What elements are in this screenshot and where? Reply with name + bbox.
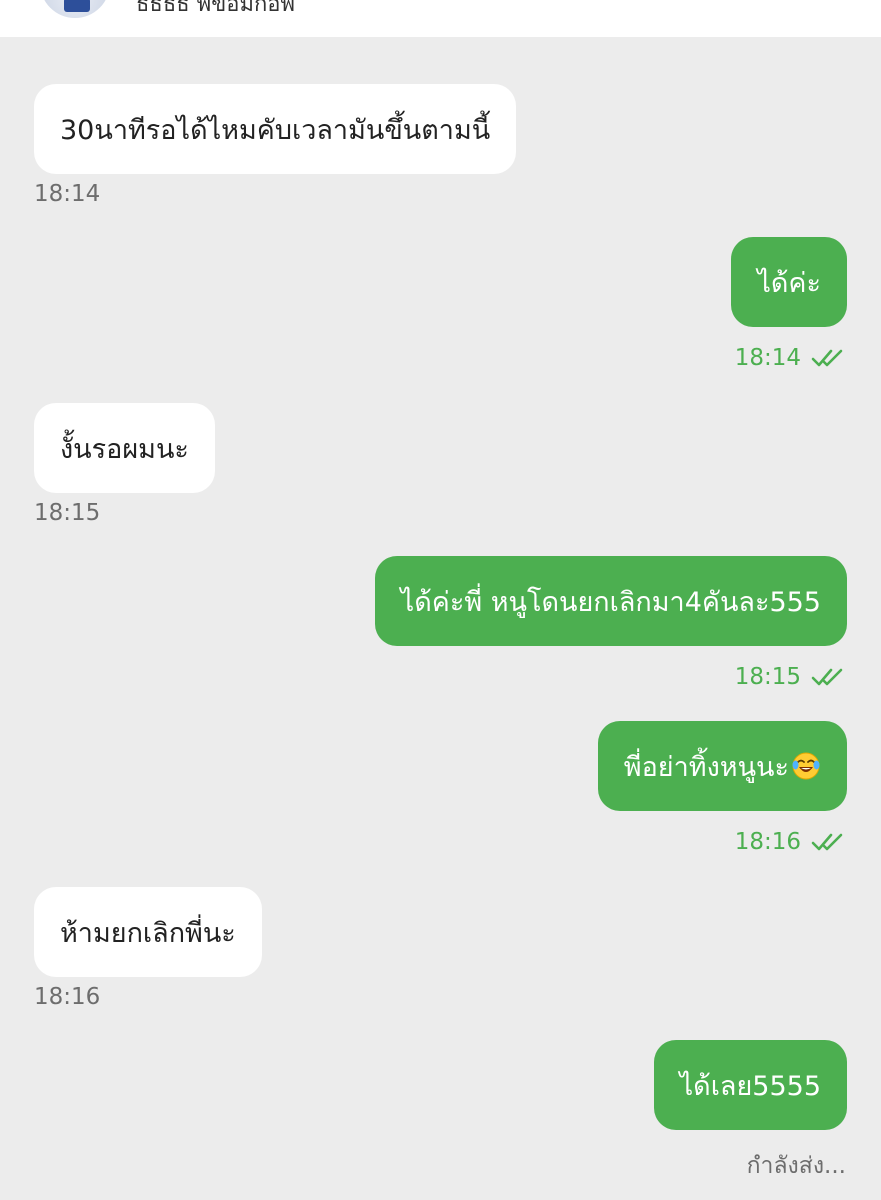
message-time: 18:15 (734, 664, 801, 690)
message-time: 18:16 (34, 984, 101, 1010)
message-text: 30นาทีรอได้ไหมคับเวลามันขึ้นตามนี้ (60, 114, 491, 146)
laughing-tears-emoji-icon (792, 752, 820, 780)
message-text: ได้ค่ะพี่ หนูโดนยกเลิกมา4คันละ555 (400, 586, 821, 618)
message-bubble-outgoing[interactable]: ได้เลย5555 (653, 1040, 847, 1130)
message-text: พี่อย่าทิ้งหนูนะ (623, 751, 789, 783)
message-text: ห้ามยกเลิกพี่นะ (60, 917, 236, 949)
message-time: 18:15 (34, 500, 101, 526)
sending-status: กำลังส่ง... (746, 1153, 846, 1179)
message-text: งั้นรอผมนะ (60, 433, 189, 465)
message-text: ได้ค่ะ (757, 267, 821, 299)
double-check-icon (811, 349, 843, 367)
message-bubble-incoming[interactable]: งั้นรอผมนะ (34, 403, 215, 493)
message-time: 18:14 (34, 181, 101, 207)
chat-header: ธธธธ พี่ขอมิกอพี่ (0, 0, 881, 37)
message-text: ได้เลย5555 (679, 1070, 821, 1102)
message-bubble-outgoing[interactable]: ได้ค่ะ (731, 237, 847, 327)
message-time: 18:14 (734, 345, 801, 371)
double-check-icon (811, 668, 843, 686)
message-meta: 18:16 (735, 829, 845, 855)
message-meta: 18:15 (735, 664, 845, 690)
contact-avatar[interactable] (40, 0, 110, 18)
message-bubble-incoming[interactable]: 30นาทีรอได้ไหมคับเวลามันขึ้นตามนี้ (34, 84, 517, 174)
contact-name[interactable]: ธธธธ พี่ขอมิกอพี่ (136, 0, 295, 21)
message-time: 18:16 (734, 829, 801, 855)
avatar-logo (64, 0, 90, 12)
message-meta: 18:14 (735, 345, 845, 371)
double-check-icon (811, 833, 843, 851)
message-bubble-outgoing[interactable]: พี่อย่าทิ้งหนูนะ (597, 721, 847, 811)
message-bubble-incoming[interactable]: ห้ามยกเลิกพี่นะ (34, 887, 262, 977)
message-bubble-outgoing[interactable]: ได้ค่ะพี่ หนูโดนยกเลิกมา4คันละ555 (374, 556, 847, 646)
